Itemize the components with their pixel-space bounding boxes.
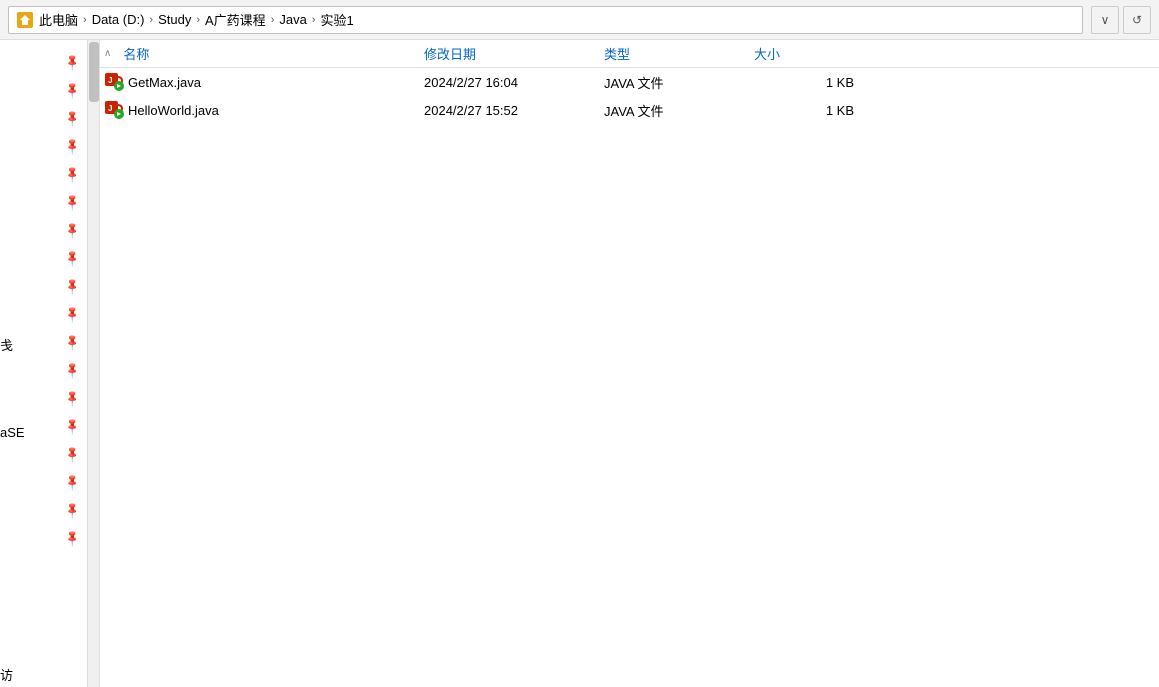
file-rows: J GetMax.java2024/2/27 16:04JAVA 文件1 KB … [100, 68, 1159, 687]
sidebar-partial-1: 戋 [0, 335, 13, 354]
file-name: GetMax.java [128, 75, 424, 90]
pin-icon: 📌 [61, 79, 84, 102]
col-header-date[interactable]: 修改日期 [424, 44, 604, 63]
sidebar-scrollbar[interactable] [87, 40, 99, 687]
file-name: HelloWorld.java [128, 103, 424, 118]
breadcrumb-separator: › [193, 14, 203, 26]
breadcrumb-item-java[interactable]: Java [277, 12, 308, 27]
file-date: 2024/2/27 15:52 [424, 103, 604, 118]
breadcrumb-item-lab1[interactable]: 实验1 [319, 10, 356, 29]
pin-icon: 📌 [61, 107, 84, 130]
sort-icon: ∧ [104, 48, 111, 59]
file-size: 1 KB [754, 75, 874, 90]
pin-icon: 📌 [61, 163, 84, 186]
pin-icon: 📌 [61, 303, 84, 326]
svg-text:J: J [108, 104, 112, 113]
breadcrumb-item-guangyao[interactable]: A广药课程 [203, 10, 268, 29]
file-type: JAVA 文件 [604, 73, 754, 92]
breadcrumb-separator: › [268, 14, 278, 26]
sidebar-partial-2: aSE [0, 425, 25, 440]
pin-icon: 📌 [61, 499, 84, 522]
address-bar: 此电脑›Data (D:)›Study›A广药课程›Java›实验1 ∨ ↺ [0, 0, 1159, 40]
sidebar-partial-3: 访 [0, 665, 13, 684]
pin-icon: 📌 [61, 359, 84, 382]
chevron-down-button[interactable]: ∨ [1091, 6, 1119, 34]
pin-icon: 📌 [61, 331, 84, 354]
pin-icon: 📌 [61, 135, 84, 158]
col-header-type[interactable]: 类型 [604, 44, 754, 63]
pin-icon: 📌 [61, 51, 84, 74]
breadcrumb-item-data-d[interactable]: Data (D:) [90, 12, 147, 27]
refresh-icon: ↺ [1132, 13, 1142, 27]
java-file-icon: J [104, 99, 128, 122]
sidebar: 戋 aSE 访 📌 📌 📌 📌 📌 📌 📌 📌 📌 📌 📌 📌 📌 📌 📌 📌 📌 📌 [0, 40, 100, 687]
pin-icon: 📌 [61, 443, 84, 466]
file-list: ∧ 名称 修改日期 类型 大小 J GetM [100, 40, 1159, 687]
pin-icon: 📌 [61, 191, 84, 214]
pin-icon: 📌 [61, 275, 84, 298]
table-row[interactable]: J GetMax.java2024/2/27 16:04JAVA 文件1 KB [100, 68, 1159, 96]
breadcrumb-separator: › [146, 14, 156, 26]
column-headers: ∧ 名称 修改日期 类型 大小 [100, 40, 1159, 68]
file-date: 2024/2/27 16:04 [424, 75, 604, 90]
pin-icon: 📌 [61, 527, 84, 550]
breadcrumb-item-this-pc[interactable]: 此电脑 [37, 10, 80, 29]
pin-icon: 📌 [61, 387, 84, 410]
refresh-button[interactable]: ↺ [1123, 6, 1151, 34]
pin-icon: 📌 [61, 471, 84, 494]
file-size: 1 KB [754, 103, 874, 118]
breadcrumb-separator: › [309, 14, 319, 26]
chevron-down-icon: ∨ [1101, 13, 1110, 27]
java-file-icon: J [104, 71, 128, 94]
file-type: JAVA 文件 [604, 101, 754, 120]
col-header-name[interactable]: ∧ 名称 [104, 44, 424, 63]
sidebar-scroll-thumb[interactable] [89, 42, 99, 102]
col-header-size[interactable]: 大小 [754, 44, 874, 63]
pin-icon: 📌 [61, 219, 84, 242]
home-icon [17, 12, 33, 28]
table-row[interactable]: J HelloWorld.java2024/2/27 15:52JAVA 文件1… [100, 96, 1159, 124]
main-layout: 戋 aSE 访 📌 📌 📌 📌 📌 📌 📌 📌 📌 📌 📌 📌 📌 📌 📌 📌 📌 📌 ∧ 名称 修改日期 类型 [0, 40, 1159, 687]
svg-text:J: J [108, 76, 112, 85]
pin-icon: 📌 [61, 415, 84, 438]
breadcrumb-separator: › [80, 14, 90, 26]
pin-icon: 📌 [61, 247, 84, 270]
breadcrumb-item-study[interactable]: Study [156, 12, 193, 27]
breadcrumb[interactable]: 此电脑›Data (D:)›Study›A广药课程›Java›实验1 [8, 6, 1083, 34]
address-bar-controls: ∨ ↺ [1091, 6, 1151, 34]
